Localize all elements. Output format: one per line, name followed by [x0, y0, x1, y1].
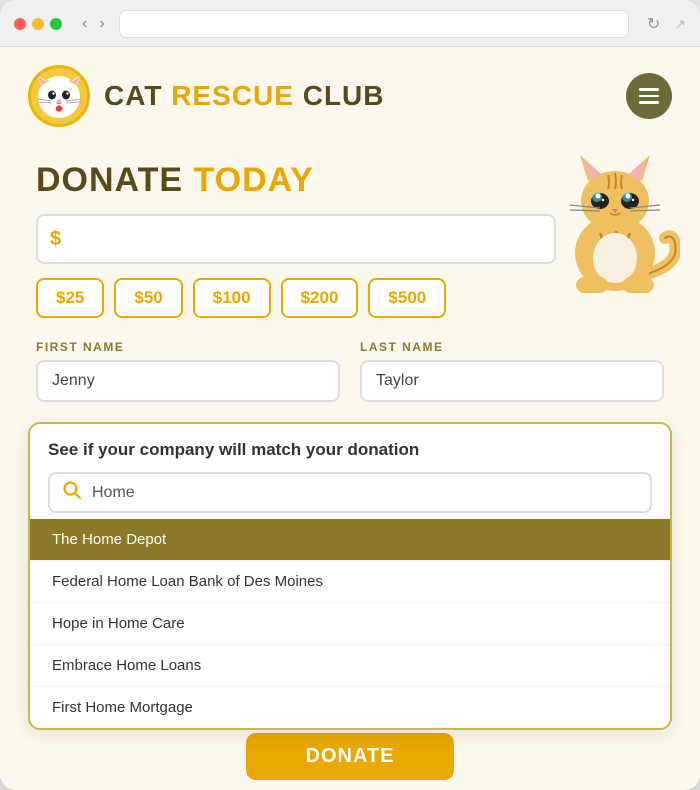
- brand-club: CLUB: [294, 80, 385, 111]
- dot-red[interactable]: [14, 18, 26, 30]
- preset-100[interactable]: $100: [193, 278, 271, 318]
- first-name-input[interactable]: [36, 360, 340, 402]
- menu-bar-2: [639, 95, 659, 98]
- preset-25[interactable]: $25: [36, 278, 104, 318]
- company-match-title: See if your company will match your dona…: [30, 440, 670, 472]
- browser-nav: ‹ ›: [78, 15, 109, 33]
- company-search-row: [48, 472, 652, 513]
- brand-cat: CAT: [104, 80, 171, 111]
- search-icon: [62, 480, 82, 505]
- donate-word: DONATE: [36, 161, 193, 199]
- amount-input-row: $: [36, 214, 556, 264]
- cat-illustration: [550, 133, 680, 283]
- company-result-2[interactable]: Hope in Home Care: [30, 602, 670, 644]
- company-match-card: See if your company will match your dona…: [28, 422, 672, 730]
- header: CAT RESCUE CLUB: [0, 47, 700, 143]
- company-result-4[interactable]: First Home Mortgage: [30, 686, 670, 728]
- first-name-label: FIRST NAME: [36, 340, 340, 354]
- company-result-1[interactable]: Federal Home Loan Bank of Des Moines: [30, 560, 670, 602]
- preset-50[interactable]: $50: [114, 278, 182, 318]
- last-name-field: LAST NAME: [360, 340, 664, 402]
- menu-bar-1: [639, 88, 659, 91]
- back-button[interactable]: ‹: [78, 15, 91, 33]
- company-result-0[interactable]: The Home Depot: [30, 519, 670, 560]
- first-name-field: FIRST NAME: [36, 340, 340, 402]
- browser-dots: [14, 18, 62, 30]
- company-search-input[interactable]: [92, 484, 638, 502]
- preset-200[interactable]: $200: [281, 278, 359, 318]
- brand-rescue: RESCUE: [171, 80, 294, 111]
- preset-500[interactable]: $500: [368, 278, 446, 318]
- cat-logo-icon: [32, 69, 86, 123]
- address-bar[interactable]: [119, 10, 629, 38]
- forward-button[interactable]: ›: [95, 15, 108, 33]
- app-content: CAT RESCUE CLUB: [0, 47, 700, 790]
- dot-yellow[interactable]: [32, 18, 44, 30]
- menu-bar-3: [639, 101, 659, 104]
- logo-area: CAT RESCUE CLUB: [28, 65, 385, 127]
- donate-btn-row: DONATE: [0, 723, 700, 790]
- dot-green[interactable]: [50, 18, 62, 30]
- logo-circle: [28, 65, 90, 127]
- name-row: FIRST NAME LAST NAME: [36, 340, 664, 402]
- last-name-input[interactable]: [360, 360, 664, 402]
- amount-input[interactable]: [69, 229, 542, 250]
- reload-icon[interactable]: ↻: [647, 14, 660, 34]
- external-icon: ↗: [674, 16, 686, 33]
- company-result-3[interactable]: Embrace Home Loans: [30, 644, 670, 686]
- browser-chrome: ‹ › ↻ ↗: [0, 0, 700, 47]
- browser-window: ‹ › ↻ ↗: [0, 0, 700, 790]
- cat-illustration-svg: [550, 133, 680, 293]
- menu-button[interactable]: [626, 73, 672, 119]
- today-word: TODAY: [193, 161, 313, 199]
- dollar-sign-label: $: [50, 228, 61, 251]
- company-dropdown-list: The Home Depot Federal Home Loan Bank of…: [30, 519, 670, 728]
- last-name-label: LAST NAME: [360, 340, 664, 354]
- search-icon-svg: [62, 480, 82, 500]
- donate-button[interactable]: DONATE: [246, 733, 455, 780]
- main-content: DONATE TODAY $ $25 $50 $100 $200 $500 FI…: [0, 143, 700, 730]
- brand-text: CAT RESCUE CLUB: [104, 80, 385, 112]
